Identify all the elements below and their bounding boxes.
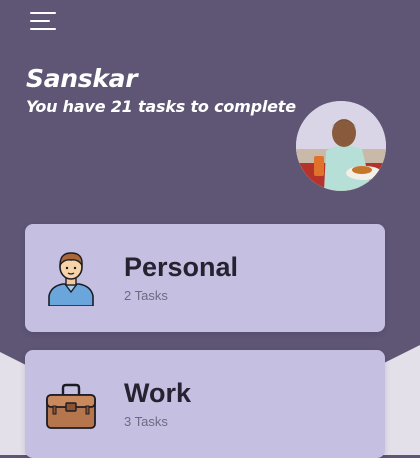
category-task-count: 2 Tasks (124, 288, 168, 303)
briefcase-icon (46, 383, 96, 429)
category-card-work[interactable]: Work 3 Tasks (25, 350, 385, 458)
category-title: Personal (124, 252, 239, 282)
category-card-personal[interactable]: Personal 2 Tasks (25, 224, 385, 332)
category-title: Work (124, 378, 192, 408)
person-icon (48, 252, 94, 306)
user-name: Sanskar (26, 64, 138, 93)
task-summary: You have 21 tasks to complete (26, 97, 296, 116)
avatar[interactable] (296, 101, 386, 191)
category-task-count: 3 Tasks (124, 414, 168, 429)
hamburger-menu-icon[interactable] (26, 8, 60, 34)
